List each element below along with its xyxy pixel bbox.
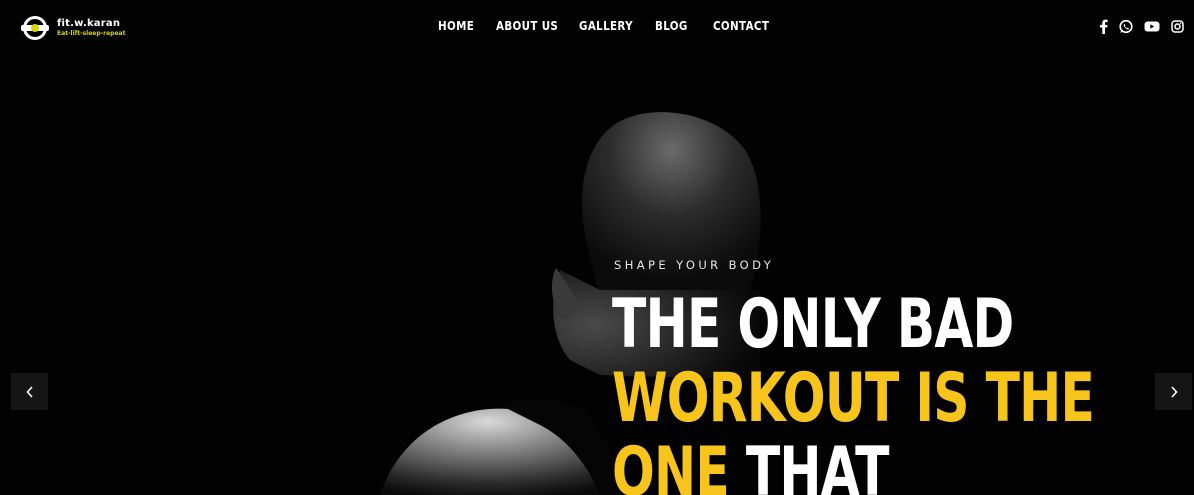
headline-line-2: WORKOUT IS THE [612, 359, 1095, 438]
facebook-icon[interactable] [1099, 19, 1108, 35]
nav-blog[interactable]: BLOG [655, 19, 705, 33]
instagram-icon[interactable] [1171, 19, 1184, 35]
chevron-right-icon [1170, 385, 1178, 398]
hero-headline: THE ONLY BAD WORKOUT IS THE ONE THAT [612, 285, 1095, 495]
youtube-icon[interactable] [1144, 19, 1160, 35]
headline-line-3: ONE THAT [612, 436, 1094, 495]
headline-line-1: THE ONLY BAD [612, 285, 1014, 364]
brand-logo[interactable]: fit.w.karan Eat-lift-sleep-repeat [19, 13, 125, 43]
slider-prev-button[interactable] [11, 373, 48, 410]
brand-tagline: Eat-lift-sleep-repeat [57, 30, 126, 37]
nav-gallery[interactable]: GALLERY [579, 19, 644, 33]
nav-home[interactable]: HOME [438, 19, 490, 33]
dumbbell-logo-icon [19, 14, 51, 42]
hero-eyebrow: SHAPE YOUR BODY [614, 258, 775, 272]
brand-name: fit.w.karan [57, 18, 121, 29]
headline-line-3-rest: THAT [729, 433, 890, 495]
nav-contact[interactable]: CONTACT [713, 19, 773, 33]
chevron-left-icon [25, 385, 33, 398]
main-nav: HOME ABOUT US GALLERY BLOG CONTACT [438, 19, 783, 33]
headline-line-3-highlight: ONE [612, 433, 730, 495]
nav-about-us[interactable]: ABOUT US [496, 19, 567, 33]
site-header: fit.w.karan Eat-lift-sleep-repeat HOME A… [0, 0, 1194, 56]
social-links [1099, 19, 1194, 35]
hero-section: fit.w.karan Eat-lift-sleep-repeat HOME A… [0, 0, 1194, 495]
slider-next-button[interactable] [1155, 373, 1192, 410]
whatsapp-icon[interactable] [1119, 19, 1133, 35]
